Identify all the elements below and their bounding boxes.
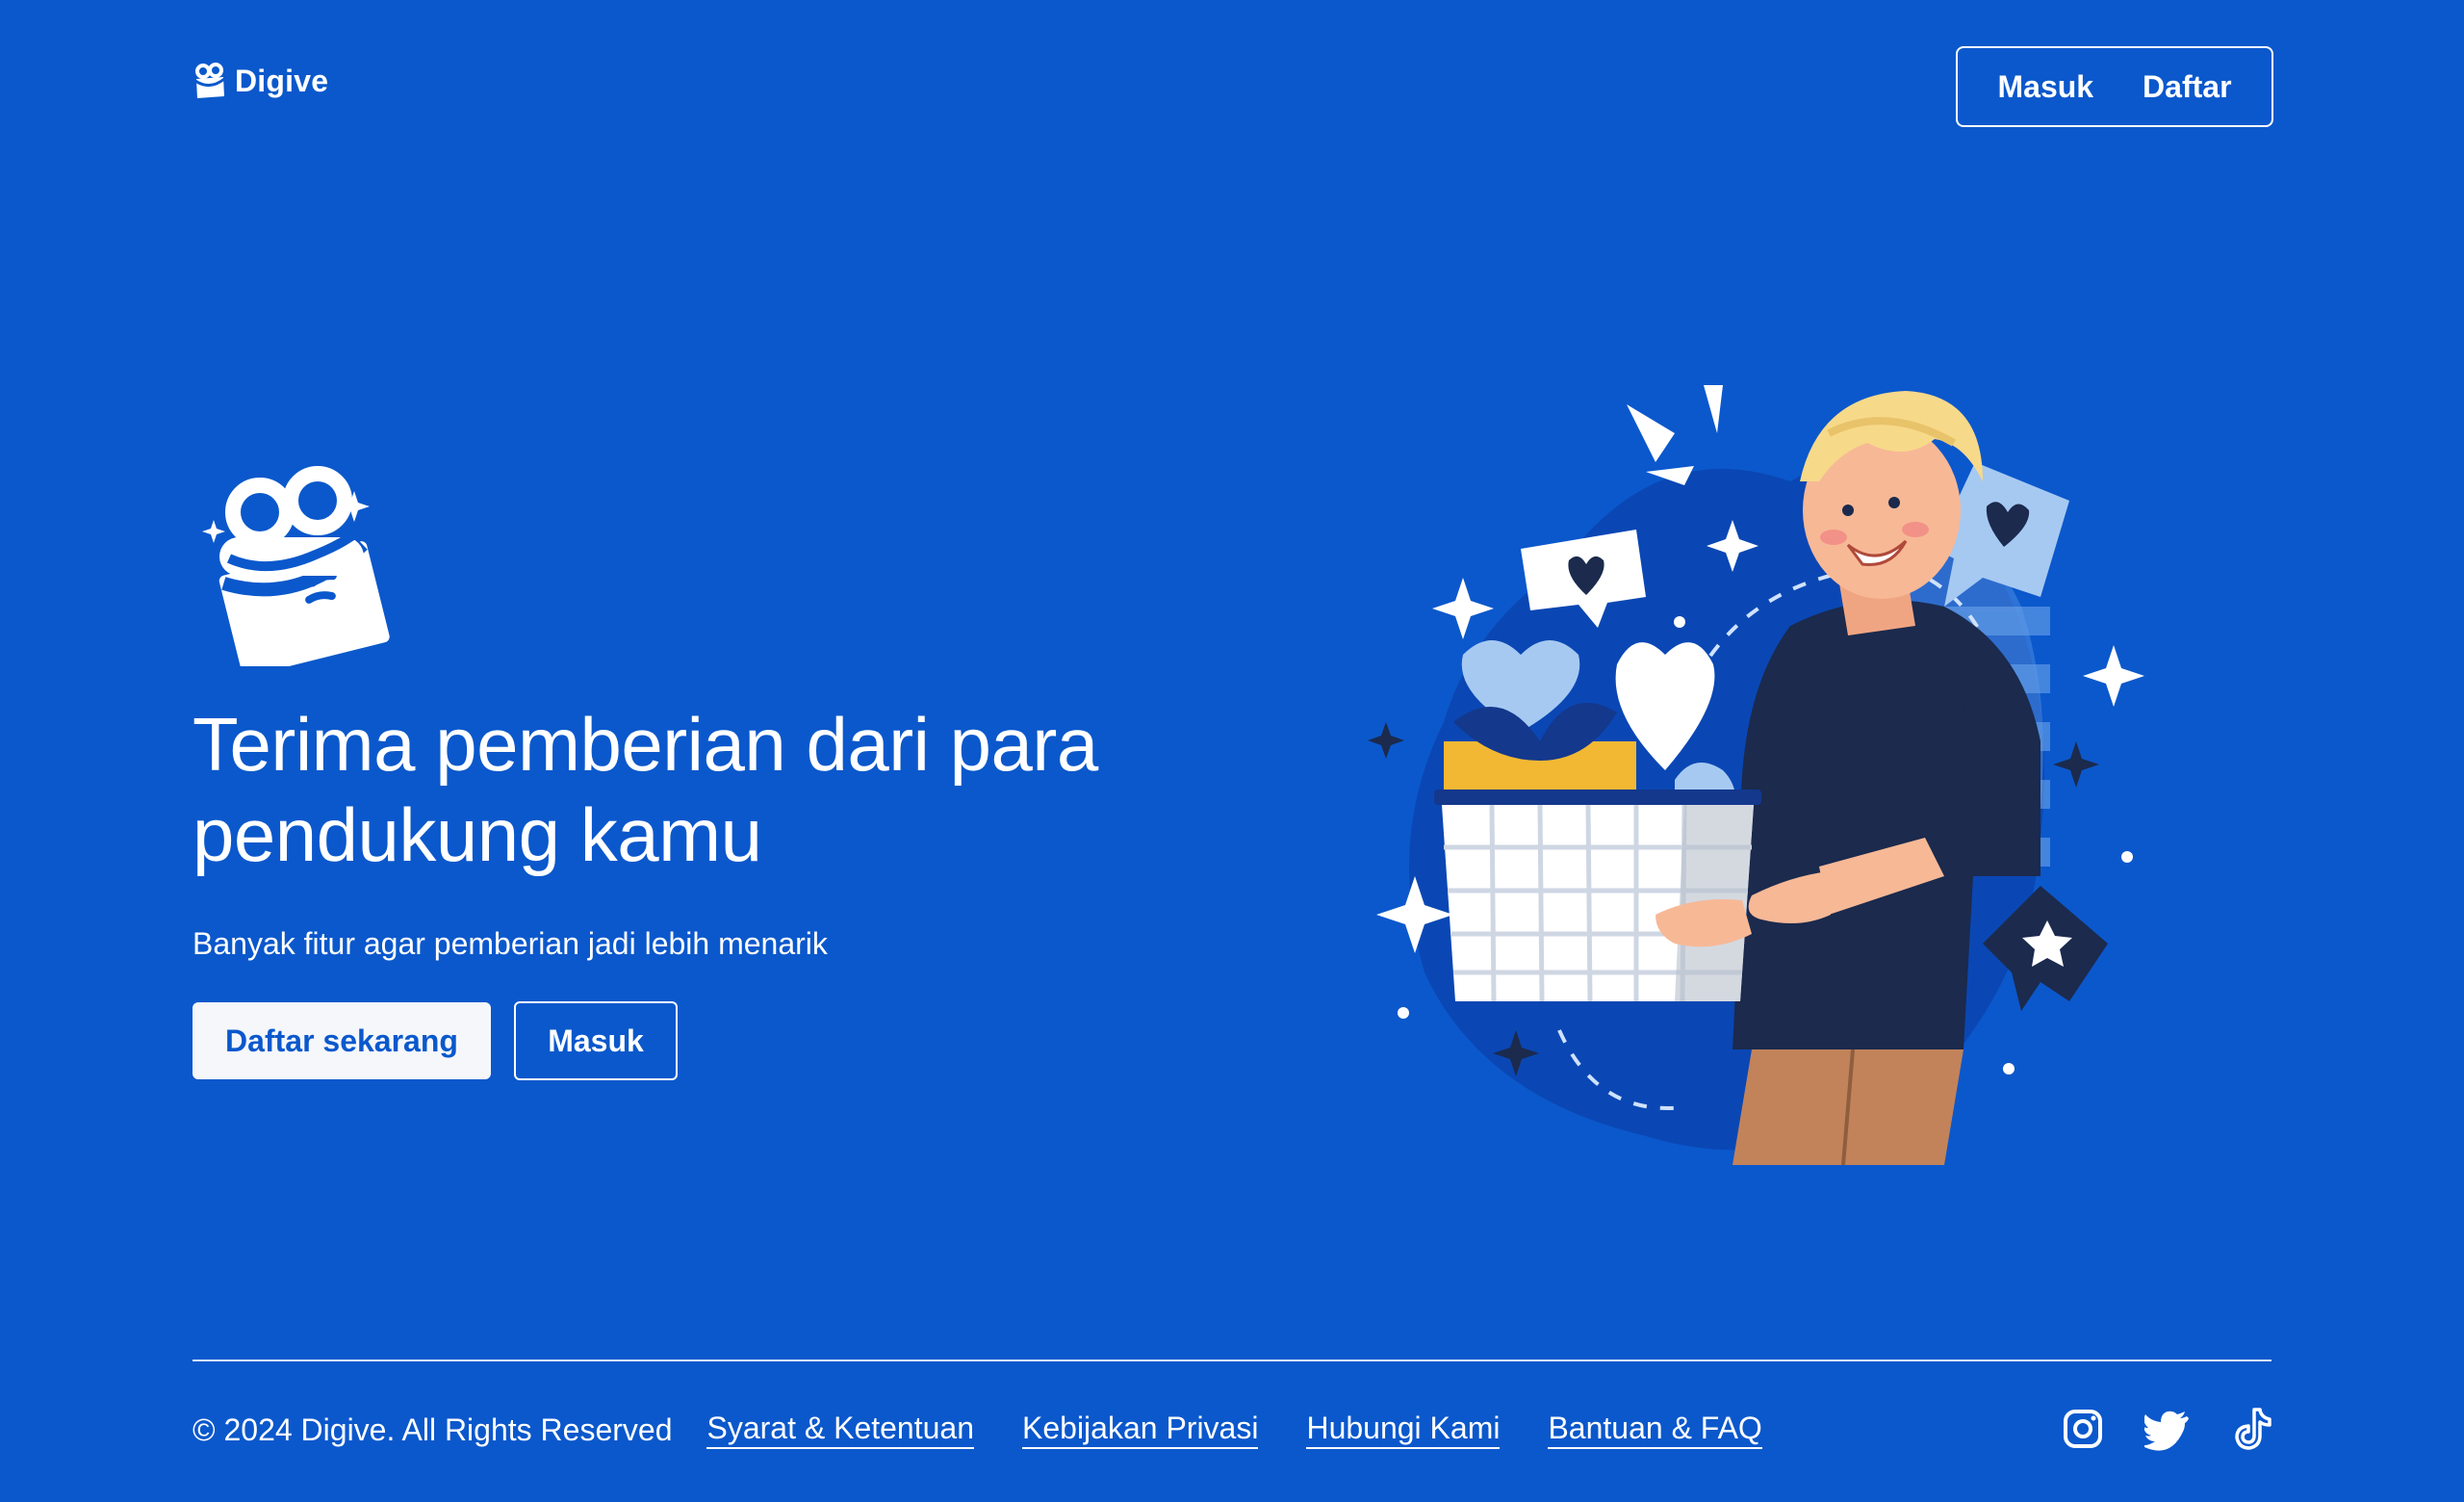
tiktok-icon[interactable] xyxy=(2229,1406,2275,1452)
footer-link-contact[interactable]: Hubungi Kami xyxy=(1306,1411,1501,1449)
gift-logo-icon xyxy=(194,63,225,98)
brand-logo[interactable]: Digive xyxy=(192,62,328,100)
landing-page: Digive Masuk Daftar Terima pemberian dar… xyxy=(0,0,2464,1502)
instagram-icon[interactable] xyxy=(2060,1406,2106,1452)
header-login-link[interactable]: Masuk xyxy=(1997,69,2093,105)
hero-illustration xyxy=(1368,385,2144,1165)
footer-link-terms[interactable]: Syarat & Ketentuan xyxy=(706,1411,974,1449)
copyright-text: © 2024 Digive. All Rights Reserved xyxy=(192,1411,673,1447)
hero-title: Terima pemberian dari para pendukung kam… xyxy=(192,702,1098,877)
footer-link-privacy[interactable]: Kebijakan Privasi xyxy=(1022,1411,1259,1449)
footer-link-help-faq[interactable]: Bantuan & FAQ xyxy=(1548,1411,1762,1449)
register-now-button[interactable]: Daftar sekarang xyxy=(192,1002,491,1079)
auth-nav: Masuk Daftar xyxy=(1956,46,2273,127)
gift-hug-icon xyxy=(202,466,390,666)
footer-nav: © 2024 Digive. All Rights Reserved Syara… xyxy=(192,1406,1810,1454)
header-register-link[interactable]: Daftar xyxy=(2143,69,2231,105)
footer-divider xyxy=(192,1360,2272,1361)
hero-subtitle: Banyak fitur agar pemberian jadi lebih m… xyxy=(192,926,828,961)
social-links xyxy=(2060,1406,2275,1452)
twitter-icon[interactable] xyxy=(2144,1406,2191,1452)
brand-name: Digive xyxy=(235,63,329,98)
hero-login-button[interactable]: Masuk xyxy=(514,1001,678,1080)
